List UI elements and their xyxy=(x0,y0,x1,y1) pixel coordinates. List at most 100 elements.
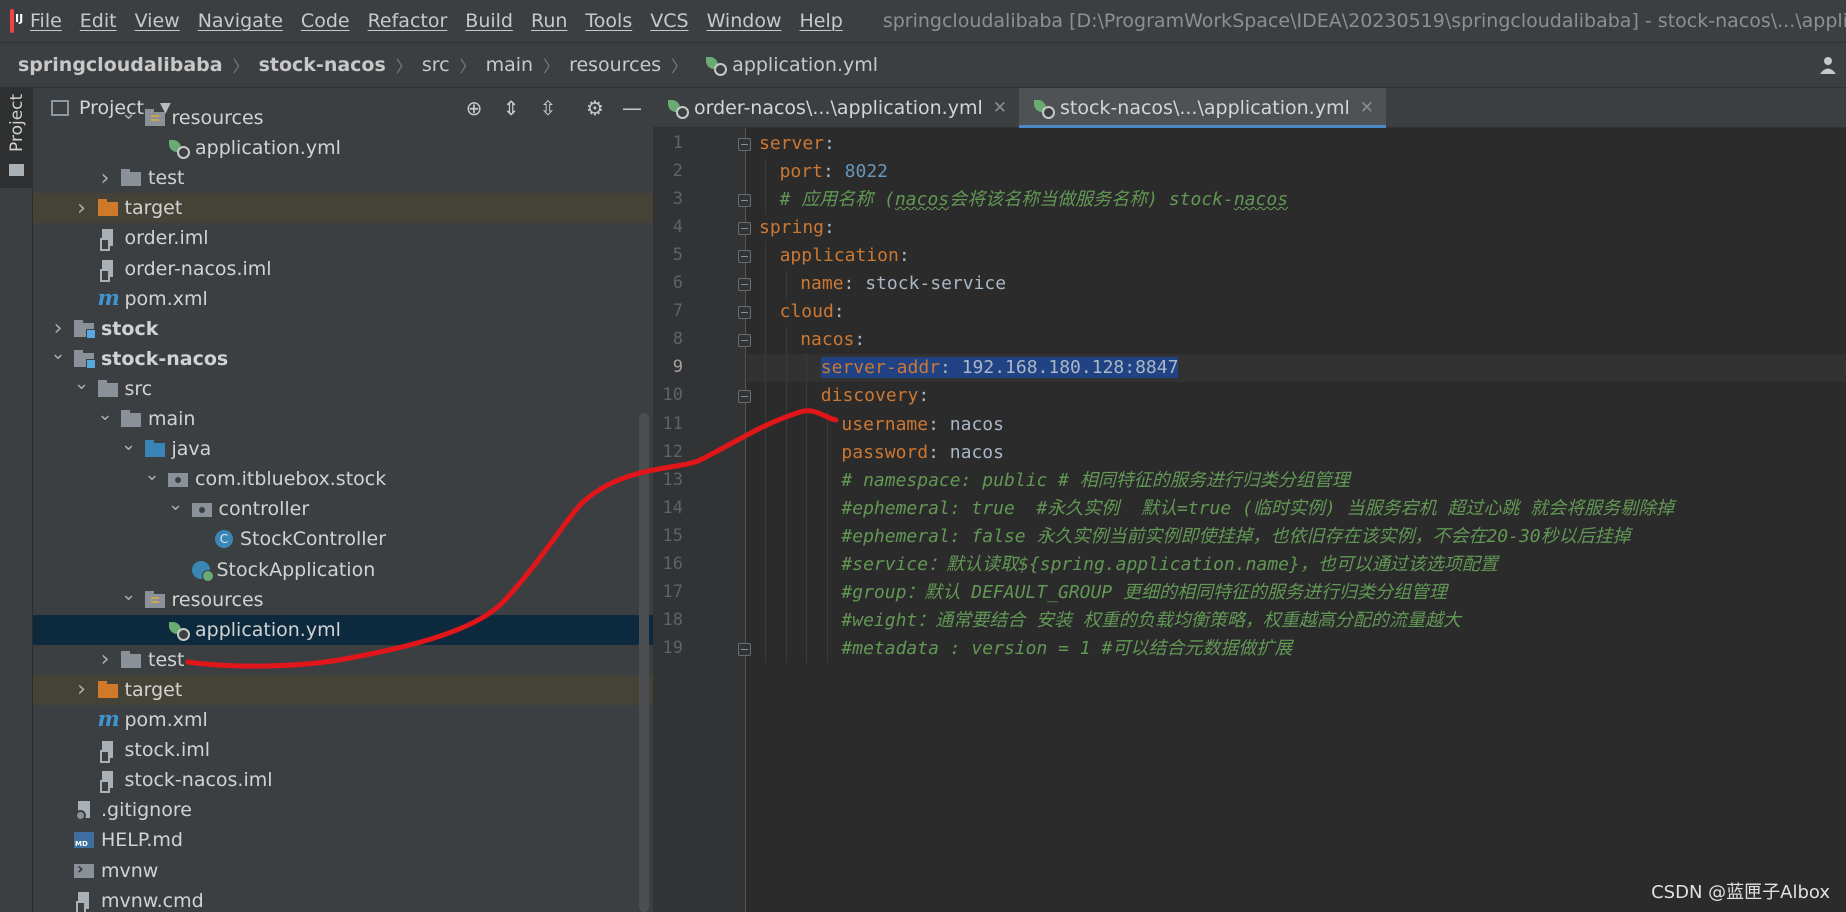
breadcrumb-file[interactable]: application.yml xyxy=(732,54,878,76)
menu-build[interactable]: Build xyxy=(465,10,513,32)
code-line[interactable]: #group：默认 DEFAULT_GROUP 更细的相同特征的服务进行归类分组… xyxy=(747,579,1846,607)
user-icon[interactable] xyxy=(1818,55,1838,75)
menu-navigate[interactable]: Navigate xyxy=(198,10,283,32)
tree-item[interactable]: › stock xyxy=(33,314,653,344)
tree-item[interactable]: order.iml xyxy=(33,223,653,253)
folder-icon xyxy=(121,169,141,187)
code-line[interactable]: username: nacos xyxy=(747,411,1846,439)
menu-help[interactable]: Help xyxy=(799,10,842,32)
menu-code[interactable]: Code xyxy=(301,10,350,32)
chevron-down-icon[interactable]: ⌄ xyxy=(50,343,66,364)
code-line[interactable]: port: 8022 xyxy=(747,158,1846,186)
tree-item[interactable]: ⌄ resources xyxy=(33,584,653,615)
tree-item[interactable]: ⌄ controller xyxy=(33,494,653,524)
target-folder-icon xyxy=(97,680,118,698)
menu-refactor[interactable]: Refactor xyxy=(368,10,448,32)
chevron-down-icon[interactable]: ⌄ xyxy=(168,494,184,515)
close-icon[interactable]: ✕ xyxy=(1360,98,1374,118)
tree-item[interactable]: › test xyxy=(33,645,653,675)
code-line[interactable]: application: xyxy=(747,242,1846,270)
tree-item[interactable]: ⌄ java xyxy=(33,434,653,464)
tab-order-nacos-application-yml[interactable]: order-nacos\...\application.yml ✕ xyxy=(653,88,1019,128)
intellij-logo-icon[interactable]: IJ xyxy=(10,9,23,33)
chevron-right-icon[interactable]: › xyxy=(97,166,113,191)
tree-item[interactable]: StockApplication xyxy=(33,555,653,585)
project-tool-button[interactable]: Project xyxy=(0,88,33,188)
code-editor[interactable]: server: port: 8022 # 应用名称 (nacos会将该名称当做服务名… xyxy=(747,128,1846,912)
code-line[interactable]: cloud: xyxy=(747,298,1846,326)
code-line[interactable]: password: nacos xyxy=(747,439,1846,467)
line-number-gutter[interactable]: 1 2 3 4 5 6 7 8 9 10 11 12 13 14 15 16 17 18 19 xyxy=(653,128,751,912)
breadcrumb-project[interactable]: springcloudalibaba xyxy=(18,54,223,76)
tree-item[interactable]: application.yml xyxy=(33,614,653,645)
target-folder-icon xyxy=(97,199,118,217)
tree-item[interactable]: order-nacos.iml xyxy=(33,254,653,284)
code-line[interactable]: #service：默认读取${spring.application.name}，… xyxy=(747,551,1846,579)
tree-item[interactable]: ⌄ stock-nacos xyxy=(33,343,653,374)
chevron-down-icon[interactable]: ⌄ xyxy=(74,373,90,394)
tree-item[interactable]: C StockController xyxy=(33,524,653,554)
chevron-right-icon[interactable]: › xyxy=(97,647,113,672)
scrollbar[interactable] xyxy=(639,413,649,912)
breadcrumb-main[interactable]: main xyxy=(486,54,533,76)
chevron-down-icon[interactable]: ⌄ xyxy=(121,584,137,605)
tab-stock-nacos-application-yml[interactable]: stock-nacos\...\application.yml ✕ xyxy=(1019,88,1386,128)
menu-edit[interactable]: Edit xyxy=(80,10,117,32)
menu-tools[interactable]: Tools xyxy=(585,10,632,32)
code-line[interactable]: server-addr: 192.168.180.128:8847 xyxy=(747,354,1846,383)
code-line[interactable]: #weight：通常要结合 安装 权重的负载均衡策略，权重越高分配的流量越大 xyxy=(747,607,1846,635)
tree-item[interactable]: m pom.xml xyxy=(33,705,653,735)
chevron-right-icon[interactable]: › xyxy=(74,196,90,221)
code-line[interactable]: # 应用名称 (nacos会将该名称当做服务名称) stock-nacos xyxy=(747,186,1846,214)
code-line[interactable]: #metadata : version = 1 #可以结合元数据做扩展 xyxy=(747,635,1846,663)
md-badge: MD xyxy=(75,840,88,849)
tree-item-label: stock xyxy=(101,317,159,340)
code-line[interactable]: server: xyxy=(747,130,1846,158)
tree-item[interactable]: mvnw xyxy=(33,856,653,886)
code-line[interactable]: name: stock-service xyxy=(747,270,1846,298)
indent-guide xyxy=(826,410,828,663)
tree-item[interactable]: stock-nacos.iml xyxy=(33,765,653,795)
chevron-down-icon[interactable]: ⌄ xyxy=(144,464,160,485)
tree-item-label: resources xyxy=(171,588,264,611)
tree-item[interactable]: ⌄ com.itbluebox.stock xyxy=(33,464,653,494)
tree-item[interactable]: › target xyxy=(33,193,653,224)
tree-item[interactable]: .gitignore xyxy=(33,795,653,825)
line-number: 2 xyxy=(672,161,683,182)
tree-item[interactable]: › target xyxy=(33,674,653,705)
tree-item[interactable]: ⌄ resources xyxy=(33,103,653,133)
close-icon[interactable]: ✕ xyxy=(993,98,1007,118)
tree-item[interactable]: stock.iml xyxy=(33,735,653,765)
line-number: 16 xyxy=(662,553,683,574)
tree-item[interactable]: mvnw.cmd xyxy=(33,886,653,912)
code-line[interactable]: nacos: xyxy=(747,326,1846,354)
tree-item[interactable]: › test xyxy=(33,163,653,193)
chevron-down-icon[interactable]: ⌄ xyxy=(97,404,113,425)
line-number: 17 xyxy=(662,581,683,602)
tree-item[interactable]: application.yml xyxy=(33,133,653,163)
code-line[interactable]: spring: xyxy=(747,214,1846,242)
chevron-down-icon[interactable]: ⌄ xyxy=(121,434,137,455)
menu-vcs[interactable]: VCS xyxy=(650,10,688,32)
code-line[interactable]: #ephemeral: false 永久实例当前实例即使挂掉，也依旧存在该实例，… xyxy=(747,523,1846,551)
chevron-right-icon[interactable]: › xyxy=(50,316,66,341)
breadcrumb-src[interactable]: src xyxy=(422,54,450,76)
menu-view[interactable]: View xyxy=(135,10,180,32)
menu-file[interactable]: File xyxy=(30,10,62,32)
tree-item[interactable]: ⌄ main xyxy=(33,404,653,434)
breadcrumb-resources[interactable]: resources xyxy=(569,54,661,76)
maven-icon: m xyxy=(97,284,120,310)
code-token: : xyxy=(833,301,845,323)
tree-item-label: StockController xyxy=(240,528,387,551)
chevron-right-icon[interactable]: › xyxy=(74,677,90,702)
code-line[interactable]: #ephemeral: true #永久实例 默认=true (临时实例) 当服… xyxy=(747,495,1846,523)
chevron-down-icon[interactable]: ⌄ xyxy=(121,103,137,124)
menu-window[interactable]: Window xyxy=(707,10,782,32)
breadcrumb-module[interactable]: stock-nacos xyxy=(259,54,386,76)
tree-item[interactable]: m pom.xml xyxy=(33,284,653,314)
menu-run[interactable]: Run xyxy=(531,10,567,32)
tree-item[interactable]: ⌄ src xyxy=(33,373,653,404)
tree-item[interactable]: MD HELP.md xyxy=(33,825,653,855)
code-line[interactable]: # namespace: public # 相同特征的服务进行归类分组管理 xyxy=(747,467,1846,495)
code-line[interactable]: discovery: xyxy=(747,382,1846,410)
